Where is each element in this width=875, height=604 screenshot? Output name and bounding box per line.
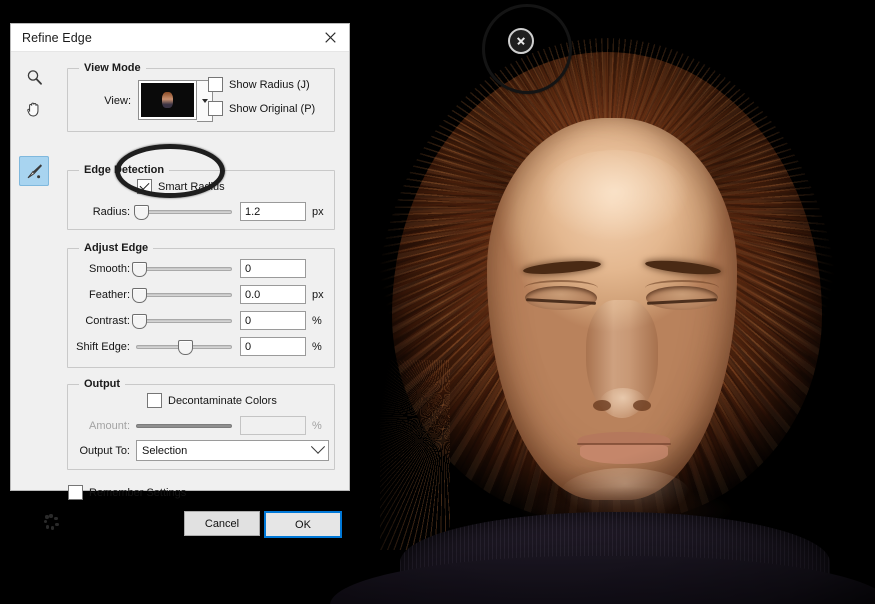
show-original-checkbox[interactable] xyxy=(208,101,223,116)
feather-value-input[interactable] xyxy=(240,285,306,304)
decontaminate-colors-label[interactable]: Decontaminate Colors xyxy=(168,395,277,407)
shift-edge-slider[interactable] xyxy=(136,339,232,355)
remember-settings-row: Remember Settings xyxy=(68,485,186,500)
amount-unit: % xyxy=(312,419,322,432)
radius-slider-thumb[interactable] xyxy=(133,204,149,220)
refine-edge-brush-icon xyxy=(25,162,44,181)
forehead-highlight xyxy=(540,150,690,242)
output-group: Output Decontaminate Colors Amount: % Ou… xyxy=(67,378,335,470)
left-nostril xyxy=(593,400,611,411)
close-icon[interactable] xyxy=(315,25,345,50)
remember-settings-checkbox[interactable] xyxy=(68,485,83,500)
contrast-label: Contrast: xyxy=(85,314,130,327)
view-mode-group: View Mode View: Show Radius (J) Show Ori… xyxy=(67,62,335,132)
radius-label: Radius: xyxy=(92,205,130,218)
contrast-slider[interactable] xyxy=(131,313,232,329)
right-nostril xyxy=(633,400,651,411)
mouth-line xyxy=(577,443,671,445)
chevron-down-icon xyxy=(201,99,208,103)
hand-icon xyxy=(25,100,43,118)
amount-label: Amount: xyxy=(89,419,130,432)
shift-edge-slider-thumb[interactable] xyxy=(178,339,193,355)
radius-slider[interactable] xyxy=(133,204,232,220)
show-radius-label[interactable]: Show Radius (J) xyxy=(229,79,310,91)
hand-tool[interactable] xyxy=(19,94,49,124)
output-to-label: Output To: xyxy=(79,444,130,457)
radius-value-input[interactable] xyxy=(240,202,306,221)
lower-lip xyxy=(580,444,668,464)
tool-strip xyxy=(19,62,53,188)
smooth-slider-track xyxy=(136,266,232,271)
right-eyelid-crease xyxy=(645,280,719,296)
smooth-slider[interactable] xyxy=(131,261,232,277)
chevron-down-icon xyxy=(310,439,326,454)
dialog-title: Refine Edge xyxy=(22,30,92,45)
ok-button[interactable]: OK xyxy=(264,511,342,538)
magnifier-icon xyxy=(26,69,43,86)
shift-edge-unit: % xyxy=(312,340,322,353)
contrast-slider-track xyxy=(136,318,232,323)
show-radius-checkbox[interactable] xyxy=(208,77,223,92)
edge-detection-group: Edge Detection Smart Radius Radius: px xyxy=(67,164,335,230)
remember-settings-label[interactable]: Remember Settings xyxy=(89,487,186,499)
adjust-edge-group: Adjust Edge Smooth: Feather: px xyxy=(67,242,335,368)
show-original-label[interactable]: Show Original (P) xyxy=(229,103,315,115)
shift-edge-value-input[interactable] xyxy=(240,337,306,356)
amount-value-input xyxy=(240,416,306,435)
dialog-title-bar: Refine Edge xyxy=(11,24,349,52)
zoom-tool[interactable] xyxy=(19,62,49,92)
smart-radius-checkbox[interactable] xyxy=(137,179,152,194)
view-preview-subject xyxy=(162,92,173,108)
contrast-value-input[interactable] xyxy=(240,311,306,330)
refine-brush-cursor xyxy=(508,28,534,54)
decontaminate-colors-checkbox[interactable] xyxy=(147,393,162,408)
left-eyelid-crease xyxy=(524,280,598,296)
shift-edge-label: Shift Edge: xyxy=(76,340,130,353)
smart-radius-label[interactable]: Smart Radius xyxy=(158,181,225,193)
cancel-button[interactable]: Cancel xyxy=(184,511,260,536)
adjust-edge-title: Adjust Edge xyxy=(79,242,154,254)
view-label: View: xyxy=(104,95,131,107)
output-to-selected-value: Selection xyxy=(142,444,188,457)
smooth-value-input[interactable] xyxy=(240,259,306,278)
smooth-slider-thumb[interactable] xyxy=(131,261,147,277)
refine-edge-dialog: Refine Edge View Mode View: Show Radius … xyxy=(10,23,350,538)
radius-slider-track xyxy=(136,209,232,214)
radius-unit: px xyxy=(312,205,324,218)
contrast-unit: % xyxy=(312,314,322,327)
view-preset-picker[interactable] xyxy=(138,80,213,122)
dotted-ring-icon[interactable] xyxy=(43,514,59,530)
feather-label: Feather: xyxy=(89,288,130,301)
view-preview-thumbnail[interactable] xyxy=(138,80,197,120)
amount-slider-track xyxy=(136,423,232,428)
contrast-slider-thumb[interactable] xyxy=(131,313,147,329)
output-to-select[interactable]: Selection xyxy=(136,439,329,461)
view-mode-title: View Mode xyxy=(79,62,146,74)
feather-unit: px xyxy=(312,288,324,301)
view-preview-image xyxy=(141,83,194,117)
feather-slider-thumb[interactable] xyxy=(131,287,147,303)
edge-detection-title: Edge Detection xyxy=(79,164,170,176)
feather-slider-track xyxy=(136,292,232,297)
hair-wisps-left xyxy=(380,360,450,550)
dialog-body: View Mode View: Show Radius (J) Show Ori… xyxy=(11,52,349,538)
feather-slider[interactable] xyxy=(131,287,232,303)
output-title: Output xyxy=(79,378,126,390)
smooth-label: Smooth: xyxy=(89,262,130,275)
amount-slider xyxy=(136,419,232,433)
refine-edge-tool[interactable] xyxy=(19,156,49,186)
